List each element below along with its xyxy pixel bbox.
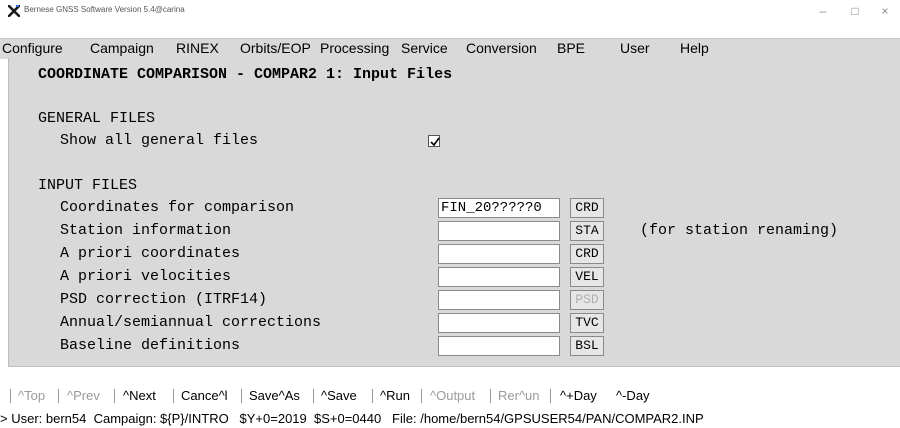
menu-service[interactable]: Service xyxy=(401,39,448,59)
row-label: A priori coordinates xyxy=(60,245,241,262)
menu-orbits-eop[interactable]: Orbits/EOP xyxy=(240,39,311,59)
row-label: A priori velocities xyxy=(60,268,232,285)
cancel-button[interactable]: Cance^l xyxy=(181,386,228,406)
top-button: ^Top xyxy=(18,388,46,403)
menu-help[interactable]: Help xyxy=(680,39,709,59)
baseline-definitions-input[interactable] xyxy=(438,336,560,356)
crd-button[interactable]: CRD xyxy=(570,198,604,218)
row-label: PSD correction (ITRF14) xyxy=(60,291,268,308)
separator xyxy=(58,389,59,403)
input-files-heading: INPUT FILES xyxy=(38,177,138,194)
maximize-button[interactable]: □ xyxy=(840,2,870,20)
psd-button: PSD xyxy=(570,290,604,310)
separator xyxy=(490,389,491,403)
vel-button[interactable]: VEL xyxy=(570,267,604,287)
separator xyxy=(241,389,242,403)
save-as-button[interactable]: Save^As xyxy=(249,386,300,406)
bernese-logo-icon xyxy=(7,4,21,18)
minimize-button[interactable]: – xyxy=(808,2,838,20)
row-label: Coordinates for comparison xyxy=(60,199,295,216)
divider xyxy=(8,366,900,367)
status-bar: > User: bern54 Campaign: ${P}/INTRO $Y+0… xyxy=(0,410,900,428)
tvc-button[interactable]: TVC xyxy=(570,313,604,333)
menu-bpe[interactable]: BPE xyxy=(557,39,585,59)
close-button[interactable]: × xyxy=(870,2,900,20)
action-bar: ^Top ^Prev ^Next Cance^l Save^As ^Save ^… xyxy=(0,386,900,406)
plus-day-button[interactable]: ^+Day xyxy=(560,386,597,406)
station-note: (for station renaming) xyxy=(640,222,839,239)
separator xyxy=(313,389,314,403)
separator xyxy=(114,389,115,403)
checkmark-icon xyxy=(430,137,440,147)
title-bar: Bernese GNSS Software Version 5.4@carina… xyxy=(0,0,900,22)
minus-day-button[interactable]: ^-Day xyxy=(616,386,650,406)
window-title: Bernese GNSS Software Version 5.4@carina xyxy=(24,5,185,14)
apriori-coordinates-input[interactable] xyxy=(438,244,560,264)
row-label: Annual/semiannual corrections xyxy=(60,314,322,331)
separator xyxy=(10,389,11,403)
next-button[interactable]: ^Next xyxy=(123,386,156,406)
annual-corrections-input[interactable] xyxy=(438,313,560,333)
separator xyxy=(550,389,551,403)
row-label: Station information xyxy=(60,222,232,239)
run-button[interactable]: ^Run xyxy=(380,386,410,406)
row-label: Baseline definitions xyxy=(60,337,241,354)
crd-button[interactable]: CRD xyxy=(570,244,604,264)
prev-button: ^Prev xyxy=(67,388,100,403)
sta-button[interactable]: STA xyxy=(570,221,604,241)
save-button[interactable]: ^Save xyxy=(321,386,357,406)
show-all-label: Show all general files xyxy=(60,132,259,149)
separator xyxy=(372,389,373,403)
bsl-button[interactable]: BSL xyxy=(570,336,604,356)
apriori-velocities-input[interactable] xyxy=(438,267,560,287)
general-files-heading: GENERAL FILES xyxy=(38,110,156,127)
station-info-input[interactable] xyxy=(438,221,560,241)
menu-campaign[interactable]: Campaign xyxy=(90,39,154,59)
show-all-checkbox[interactable] xyxy=(428,135,440,147)
page-title: COORDINATE COMPARISON - COMPAR2 1: Input… xyxy=(38,66,453,83)
menu-rinex[interactable]: RINEX xyxy=(176,39,219,59)
menu-bar: Configure Campaign RINEX Orbits/EOP Proc… xyxy=(0,38,900,59)
menu-configure[interactable]: Configure xyxy=(2,39,63,59)
menu-conversion[interactable]: Conversion xyxy=(466,39,537,59)
output-button: ^Output xyxy=(430,388,476,403)
psd-correction-input[interactable] xyxy=(438,290,560,310)
coordinates-input[interactable]: FIN_20?????0 xyxy=(438,198,560,218)
separator xyxy=(173,389,174,403)
separator xyxy=(421,389,422,403)
rerun-button: Rer^un xyxy=(498,388,540,403)
menu-processing[interactable]: Processing xyxy=(320,39,389,59)
menu-user[interactable]: User xyxy=(620,39,650,59)
